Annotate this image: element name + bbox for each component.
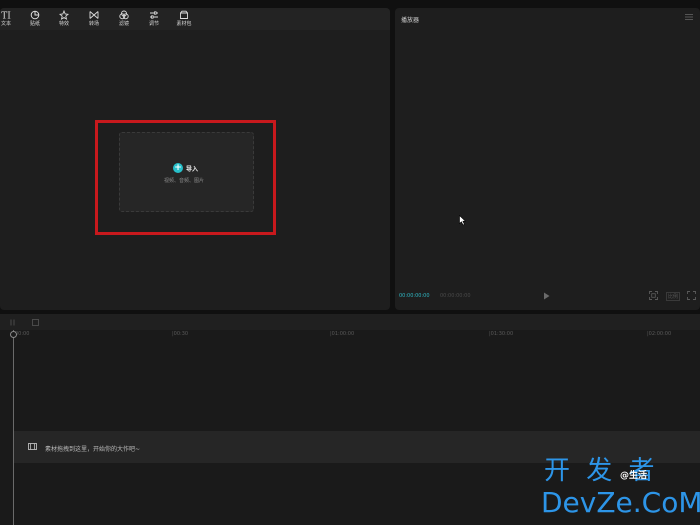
media-panel: TI 文本 贴纸 特效 转场 滤镜 调节 素材包 + 导入 视频、音频、图片 [0, 8, 390, 310]
play-icon[interactable] [543, 292, 550, 300]
total-time: 00:00:00:00 [440, 293, 471, 299]
toolbar-item-filter[interactable]: 滤镜 [111, 10, 137, 27]
toolbar-item-label: 文本 [0, 21, 11, 27]
toolbar-item-label: 特效 [58, 21, 69, 27]
toolbar-item-label: 滤镜 [118, 21, 129, 27]
ruler-label: |02:00:00 [647, 331, 672, 337]
text-icon: TI [1, 12, 11, 21]
toolbar-item-sticker[interactable]: 贴纸 [22, 10, 48, 27]
time-ruler[interactable]: 00:00 |00:30 |01:00:00 |01:30:00 |02:00:… [0, 330, 700, 340]
player-title: 播放器 [401, 17, 420, 24]
player-panel: 播放器 00:00:00:00 00:00:00:00 比例 [395, 8, 700, 310]
toolbar-item-text[interactable]: TI 文本 [0, 10, 19, 28]
effects-icon [59, 10, 69, 20]
watermark-line2: DevZe.CoM [541, 486, 700, 519]
toolbar-item-package[interactable]: 素材包 [171, 10, 197, 27]
split-icon[interactable] [32, 319, 39, 326]
toolbar-item-transition[interactable]: 转场 [81, 10, 107, 27]
svg-text:TI: TI [1, 12, 11, 21]
ruler-label: |00:30 [172, 331, 189, 337]
toolbar: TI 文本 贴纸 特效 转场 滤镜 调节 素材包 [0, 8, 390, 30]
toolbar-item-effects[interactable]: 特效 [51, 10, 77, 27]
toolbar-item-label: 贴纸 [29, 21, 40, 27]
playhead[interactable] [13, 330, 14, 525]
toolbar-item-label: 转场 [88, 21, 99, 27]
highlight-annotation [95, 120, 276, 235]
player-controls: 00:00:00:00 00:00:00:00 比例 [395, 284, 700, 310]
watermark-logo: 开 发 者 @生活 DevZe.CoM [541, 456, 700, 522]
fullscreen-icon[interactable] [687, 291, 696, 300]
track-hint: 素材拖拽到这里，开始你的大作吧~ [45, 446, 141, 453]
adjust-icon [150, 11, 158, 19]
fit-screen-icon[interactable] [649, 291, 658, 300]
watermark-small: @生活 [620, 471, 648, 481]
ruler-label: |01:00:00 [330, 331, 355, 337]
cursor-tool-icon[interactable] [10, 319, 16, 326]
ratio-button[interactable]: 比例 [666, 292, 681, 301]
sticker-icon [30, 10, 40, 20]
current-time: 00:00:00:00 [399, 293, 430, 299]
transition-icon [89, 11, 99, 19]
package-icon [180, 10, 188, 19]
ruler-label: 00:00 [15, 331, 30, 337]
filter-icon [119, 10, 129, 20]
toolbar-item-label: 调节 [148, 21, 159, 27]
toolbar-item-label: 素材包 [176, 21, 192, 27]
playhead-handle[interactable] [10, 331, 17, 338]
film-icon [28, 443, 37, 450]
toolbar-item-adjust[interactable]: 调节 [141, 10, 167, 27]
ruler-label: |01:30:00 [489, 331, 514, 337]
mouse-cursor-icon [459, 215, 467, 226]
timeline-toolbar [0, 314, 700, 330]
menu-icon[interactable] [685, 14, 693, 20]
